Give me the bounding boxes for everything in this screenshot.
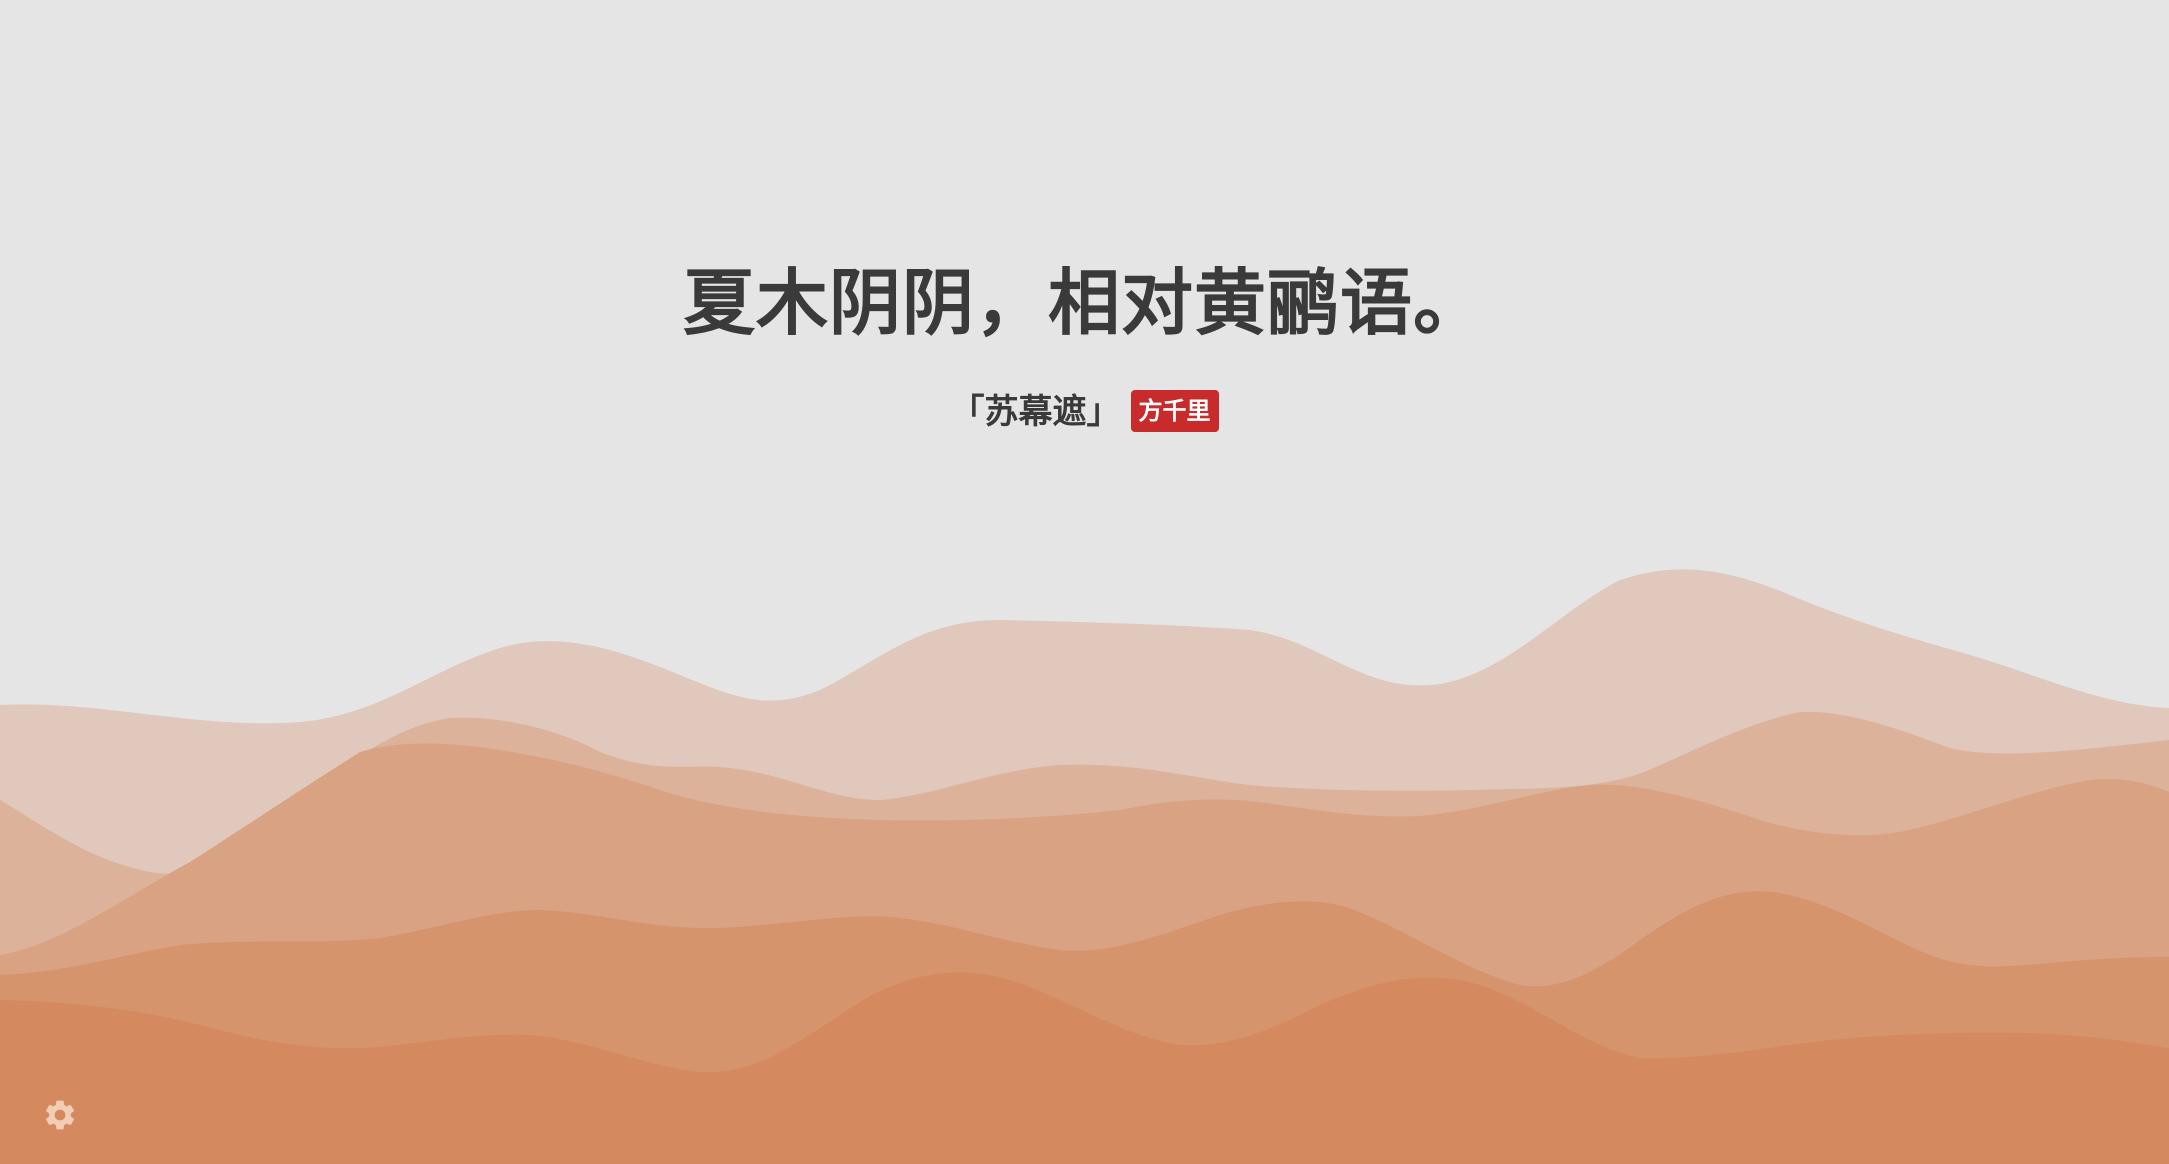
poem-line: 夏木阴阴，相对黄鹂语。: [682, 260, 1486, 345]
settings-button[interactable]: [42, 1097, 78, 1133]
poem-title: 「苏幕遮」: [950, 392, 1121, 432]
author-badge[interactable]: 方千里: [1130, 390, 1219, 432]
gear-icon: [45, 1100, 75, 1130]
page: 夏木阴阴，相对黄鹂语。 「苏幕遮」 方千里: [0, 0, 2169, 1164]
mountain-waves-background: [0, 569, 2169, 1164]
poem-meta: 「苏幕遮」 方千里: [0, 388, 2169, 436]
